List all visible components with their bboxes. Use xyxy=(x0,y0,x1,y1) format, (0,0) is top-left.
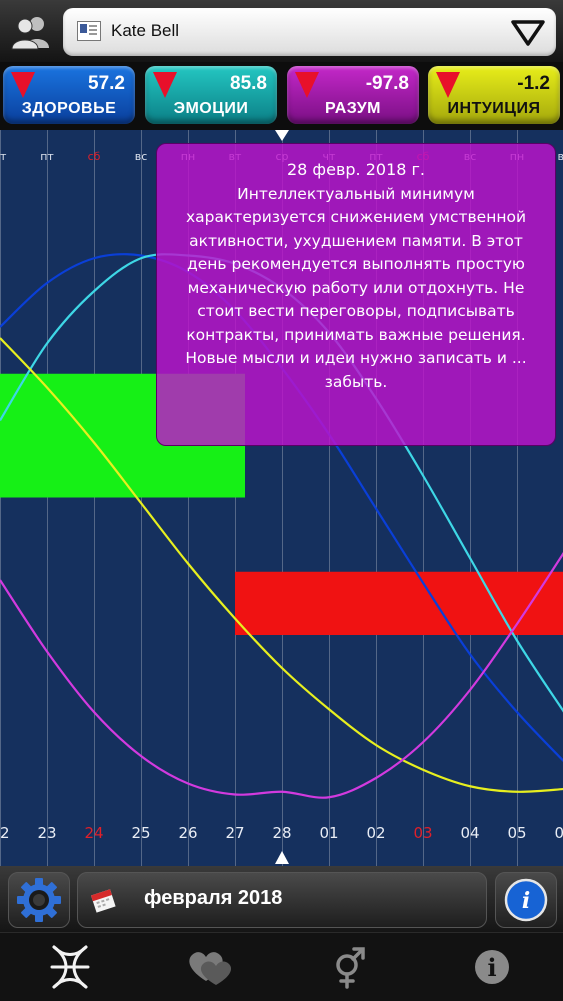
profile-name: Kate Bell xyxy=(111,21,180,40)
weekday-label: пт xyxy=(40,150,54,163)
day-label: 28 xyxy=(272,824,291,842)
intuition-value: -1.2 xyxy=(517,73,550,94)
arrow-down-icon xyxy=(153,72,177,98)
tab-bar: i xyxy=(0,932,563,1001)
calendar-icon xyxy=(91,889,116,913)
tooltip-date: 28 февр. 2018 г. xyxy=(286,160,426,179)
emotions-value: 85.8 xyxy=(230,73,267,94)
month-label: февраля 2018 xyxy=(144,887,283,909)
health-button[interactable]: 57.2 ЗДОРОВЬЕ xyxy=(3,66,135,124)
settings-button[interactable] xyxy=(8,872,70,928)
day-label: 01 xyxy=(319,824,338,842)
day-label: 03 xyxy=(413,824,432,842)
month-selector[interactable]: февраля 2018 xyxy=(77,872,487,928)
facebook-icon xyxy=(77,21,101,41)
intellect-button[interactable]: -97.8 РАЗУМ xyxy=(287,66,419,124)
day-label: 22 xyxy=(0,824,10,842)
band-rect xyxy=(235,571,563,635)
biorhythm-row: 57.2 ЗДОРОВЬЕ 85.8 ЭМОЦИИ -97.8 РАЗУМ -1… xyxy=(0,62,563,130)
day-label: 05 xyxy=(507,824,526,842)
weekday-label: вс xyxy=(135,150,148,163)
weekday-label: сб xyxy=(88,150,101,163)
intellect-value: -97.8 xyxy=(365,73,409,94)
tab-biorhythms[interactable] xyxy=(40,939,100,995)
day-label: 24 xyxy=(84,824,103,842)
weekday-label: чт xyxy=(0,150,7,163)
selected-day-marker-top xyxy=(275,130,289,141)
intuition-button[interactable]: -1.2 ИНТУИЦИЯ xyxy=(428,66,560,124)
info-icon: i xyxy=(475,950,509,984)
day-label: 04 xyxy=(460,824,479,842)
weekday-label: вт xyxy=(558,150,563,163)
svg-text:i: i xyxy=(487,953,496,982)
day-label: 23 xyxy=(37,824,56,842)
emotions-button[interactable]: 85.8 ЭМОЦИИ xyxy=(145,66,277,124)
tab-compatibility[interactable] xyxy=(180,939,240,995)
hearts-icon xyxy=(189,952,232,985)
top-bar: Kate Bell xyxy=(0,0,563,62)
day-label: 02 xyxy=(366,824,385,842)
intellect-label: РАЗУМ xyxy=(324,100,381,117)
arrow-down-icon xyxy=(11,72,35,98)
info-icon: i xyxy=(504,878,548,922)
gender-icon xyxy=(336,947,365,989)
day-label: 26 xyxy=(178,824,197,842)
profile-selector[interactable]: Kate Bell xyxy=(63,8,556,56)
selected-day-marker-bottom xyxy=(275,851,289,864)
gear-icon xyxy=(17,878,61,922)
triangle-down-icon[interactable] xyxy=(510,14,546,50)
health-label: ЗДОРОВЬЕ xyxy=(21,100,117,117)
info-button[interactable]: i xyxy=(495,872,557,928)
tooltip-text: Интеллектуальный минимум характеризуется… xyxy=(185,184,527,391)
biorhythm-icon xyxy=(50,945,90,989)
bottom-bar: февраля 2018 i xyxy=(0,866,563,932)
day-label: 27 xyxy=(225,824,244,842)
tab-gender[interactable] xyxy=(320,939,380,995)
tab-about[interactable]: i xyxy=(462,939,522,995)
day-tooltip[interactable]: 28 февр. 2018 г. Интеллектуальный миниму… xyxy=(156,143,556,446)
svg-text:i: i xyxy=(522,888,530,914)
health-value: 57.2 xyxy=(88,73,125,94)
intuition-label: ИНТУИЦИЯ xyxy=(447,100,541,117)
emotions-label: ЭМОЦИИ xyxy=(173,100,249,117)
day-label: 25 xyxy=(131,824,150,842)
arrow-down-icon xyxy=(436,72,460,98)
arrow-down-icon xyxy=(295,72,319,98)
users-icon[interactable] xyxy=(10,14,54,50)
day-label: 06 xyxy=(554,824,563,842)
